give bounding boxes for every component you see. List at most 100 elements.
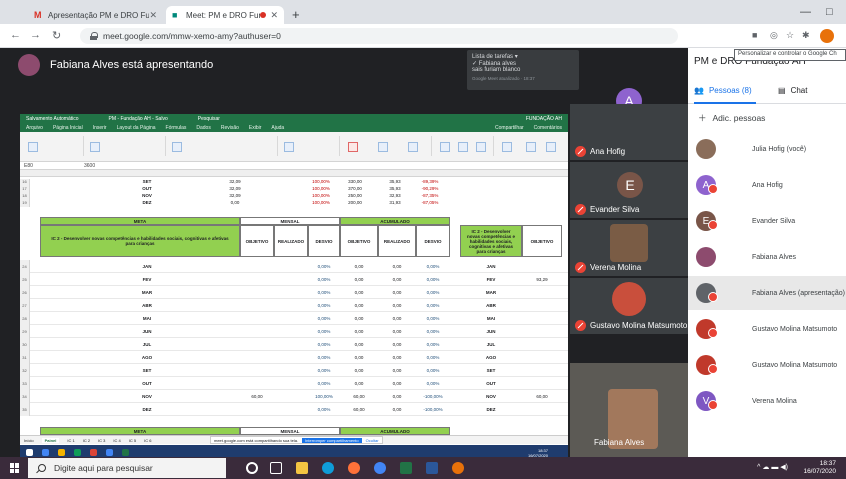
table-format-icon[interactable] [378, 142, 388, 152]
acc-desvio-cell[interactable]: 0,00% [416, 290, 450, 295]
file-explorer-icon[interactable] [296, 462, 308, 474]
desvio-cell[interactable]: 0,00% [308, 277, 340, 282]
participant-tile[interactable]: Verena Molina [570, 220, 688, 276]
sort-filter-icon[interactable] [526, 142, 536, 152]
tab-meet[interactable]: ■ Meet: PM e DRO Fundação ✕ [166, 6, 284, 24]
insert-cells-icon[interactable] [440, 142, 450, 152]
acc-desvio-cell[interactable]: 0,00% [416, 264, 450, 269]
conditional-format-icon[interactable] [348, 142, 358, 152]
desvio-cell[interactable]: 100,00% [308, 394, 340, 399]
acc-realizado-cell[interactable]: 0,00 [378, 316, 416, 321]
month-cell-right[interactable]: JUL [460, 342, 522, 347]
pct-cell[interactable]: -90,29% [415, 186, 445, 191]
align-icon[interactable] [172, 142, 182, 152]
value-cell[interactable]: 31,93 [380, 200, 410, 205]
month-cell[interactable]: AGO [122, 355, 172, 360]
menu-item[interactable]: Layout da Página [117, 125, 156, 131]
formula-value[interactable]: 3600 [84, 163, 95, 169]
participant-row[interactable]: Gustavo Molina Matsumoto [688, 312, 846, 346]
back-icon[interactable]: ← [10, 29, 21, 41]
acc-realizado-cell[interactable]: 0,00 [378, 394, 416, 399]
month-cell-right[interactable]: MAR [460, 290, 522, 295]
acc-objetivo-cell[interactable]: 0,00 [340, 316, 378, 321]
excel-search[interactable]: Pesquisar [198, 116, 220, 122]
month-cell[interactable]: NOV [122, 394, 172, 399]
desvio-cell[interactable]: 0,00% [308, 381, 340, 386]
desvio-cell[interactable]: 0,00% [308, 264, 340, 269]
acc-desvio-cell[interactable]: 0,00% [416, 277, 450, 282]
objetivo-cell[interactable]: 60,00 [240, 394, 274, 399]
pct-cell[interactable]: 100,00% [306, 200, 336, 205]
acc-objetivo-cell[interactable]: 0,00 [340, 368, 378, 373]
month-cell-right[interactable]: MAI [460, 316, 522, 321]
sheet-tab[interactable]: IC 1 [67, 438, 74, 443]
profile-avatar[interactable] [820, 29, 834, 43]
sheet-tab[interactable]: IC 3 [98, 438, 105, 443]
acc-objetivo-cell[interactable]: 60,00 [340, 394, 378, 399]
acc-realizado-cell[interactable]: 0,00 [378, 264, 416, 269]
pct-cell[interactable]: 100,00% [306, 193, 336, 198]
month-cell[interactable]: DEZ [122, 200, 172, 205]
acc-objetivo-cell[interactable]: 0,00 [340, 290, 378, 295]
desvio-cell[interactable]: 0,00% [308, 290, 340, 295]
reload-icon[interactable]: ↻ [52, 29, 61, 42]
edge-icon[interactable] [322, 462, 334, 474]
objetivo-cell-right[interactable]: 60,00 [522, 394, 562, 399]
acc-objetivo-cell[interactable]: 0,00 [340, 381, 378, 386]
desvio-cell[interactable]: 0,00% [308, 342, 340, 347]
paste-icon[interactable] [28, 142, 38, 152]
sheet-tab[interactable]: IC 6 [144, 438, 151, 443]
menu-item[interactable]: Dados [196, 125, 210, 131]
month-cell[interactable]: OUT [122, 381, 172, 386]
meta-cell[interactable]: 0,00 [220, 200, 250, 205]
menu-item[interactable]: Inserir [93, 125, 107, 131]
tab-people[interactable]: 👥 Pessoas (8) [694, 86, 752, 95]
participant-row[interactable]: Gustavo Molina Matsumoto [688, 348, 846, 382]
sheet-tab[interactable]: IC 5 [129, 438, 136, 443]
value-cell[interactable]: 370,00 [340, 186, 370, 191]
chrome-icon[interactable] [374, 462, 386, 474]
sheet-tab[interactable]: Início [24, 438, 34, 443]
acc-objetivo-cell[interactable]: 60,00 [340, 407, 378, 412]
month-cell-right[interactable]: AGO [460, 355, 522, 360]
desvio-cell[interactable]: 0,00% [308, 316, 340, 321]
hide-icon[interactable]: ◎ [770, 30, 778, 41]
value-cell[interactable]: 330,00 [340, 179, 370, 184]
participant-row[interactable]: Julia Hofig (você) [688, 132, 846, 166]
sheet-tab-active[interactable]: Painel [41, 437, 60, 443]
acc-realizado-cell[interactable]: 0,00 [378, 329, 416, 334]
taskbar-search-input[interactable]: Digite aqui para pesquisar [28, 458, 226, 478]
sum-icon[interactable] [502, 142, 512, 152]
month-cell-right[interactable]: OUT [460, 381, 522, 386]
acc-objetivo-cell[interactable]: 0,00 [340, 303, 378, 308]
meta-cell[interactable]: 32,09 [220, 179, 250, 184]
close-tab-icon[interactable]: ✕ [149, 10, 157, 21]
formula-bar[interactable]: E80 3600 [20, 162, 568, 170]
firefox-icon[interactable] [348, 462, 360, 474]
acc-realizado-cell[interactable]: 0,00 [378, 290, 416, 295]
participant-row[interactable]: A Ana Hofig [688, 168, 846, 202]
acc-desvio-cell[interactable]: 0,00% [416, 303, 450, 308]
month-cell[interactable]: OUT [122, 186, 172, 191]
acc-objetivo-cell[interactable]: 0,00 [340, 342, 378, 347]
acc-objetivo-cell[interactable]: 0,00 [340, 264, 378, 269]
acc-desvio-cell[interactable]: 0,00% [416, 368, 450, 373]
excel-icon[interactable] [400, 462, 412, 474]
add-people-button[interactable]: ＋ Adic. pessoas [698, 112, 765, 124]
windows-start-icon[interactable] [10, 463, 20, 473]
new-tab-button[interactable]: + [292, 7, 300, 22]
month-cell[interactable]: MAI [122, 316, 172, 321]
month-cell-right[interactable]: FEV [460, 277, 522, 282]
desvio-cell[interactable]: 0,00% [308, 303, 340, 308]
participant-tile[interactable]: Gustavo Molina Matsumoto [570, 278, 688, 334]
word-icon[interactable] [426, 462, 438, 474]
month-cell[interactable]: MAR [122, 290, 172, 295]
acc-realizado-cell[interactable]: 0,00 [378, 368, 416, 373]
month-cell[interactable]: SET [122, 179, 172, 184]
pct-cell[interactable]: -87,05% [415, 200, 445, 205]
acc-desvio-cell[interactable]: 0,00% [416, 329, 450, 334]
share-button[interactable]: Compartilhar [495, 125, 524, 131]
forward-icon[interactable]: → [30, 29, 41, 41]
delete-cells-icon[interactable] [458, 142, 468, 152]
acc-desvio-cell[interactable]: -100,00% [416, 394, 450, 399]
